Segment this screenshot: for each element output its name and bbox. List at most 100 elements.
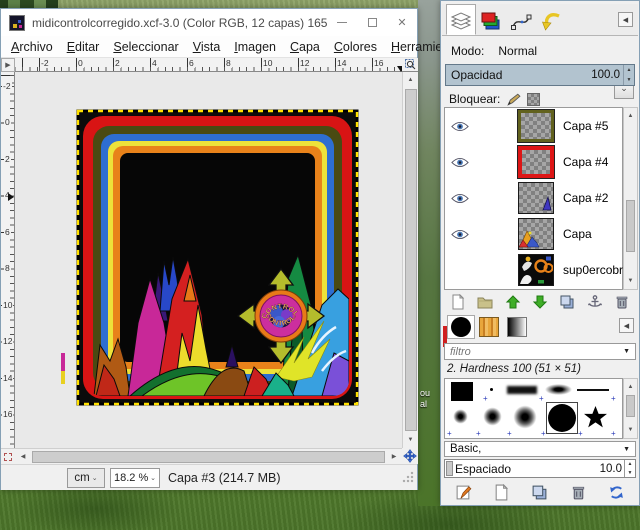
- layers-scroll-thumb[interactable]: [626, 200, 635, 252]
- new-brush-button[interactable]: [493, 484, 510, 501]
- layer-row-capa5[interactable]: Capa #5: [445, 108, 622, 144]
- layer-name[interactable]: sup0ercobra: [563, 263, 630, 277]
- vertical-scroll-thumb[interactable]: [405, 89, 417, 431]
- visibility-toggle[interactable]: [445, 229, 475, 240]
- zoom-selector[interactable]: 18.2 % ⌄: [110, 468, 160, 488]
- window-resize-grip[interactable]: [402, 471, 414, 483]
- menu-capa[interactable]: Capa: [283, 38, 327, 56]
- visibility-toggle[interactable]: [445, 121, 475, 132]
- scroll-up-button[interactable]: ▲: [624, 108, 637, 124]
- brush-soft-large[interactable]: [513, 405, 537, 429]
- duplicate-layer-button[interactable]: [559, 294, 575, 310]
- delete-brush-button[interactable]: [570, 484, 587, 501]
- tab-layers[interactable]: [446, 4, 476, 35]
- refresh-brushes-button[interactable]: [608, 484, 625, 501]
- tab-gradients[interactable]: [503, 315, 531, 339]
- layer-thumbnail[interactable]: [518, 110, 554, 142]
- new-group-button[interactable]: [477, 294, 493, 310]
- anchor-layer-button[interactable]: [587, 294, 603, 310]
- brush-soft-small[interactable]: [453, 409, 468, 424]
- navigation-preview-button[interactable]: [402, 448, 418, 464]
- spin-down-icon[interactable]: ▼: [624, 75, 634, 85]
- opacity-slider[interactable]: Opacidad 100.0 ▲ ▼: [445, 64, 635, 86]
- edit-brush-button[interactable]: [455, 484, 472, 501]
- menu-editar[interactable]: Editar: [60, 38, 107, 56]
- canvas-viewport[interactable]: CONTROL CONTROL: [15, 72, 402, 448]
- layer-name[interactable]: Capa #2: [563, 191, 608, 205]
- visibility-toggle[interactable]: [445, 193, 475, 204]
- close-button[interactable]: ✕: [387, 9, 417, 36]
- layer-row-capa2[interactable]: Capa #2: [445, 180, 622, 216]
- layers-scrollbar[interactable]: ▲ ▼: [623, 107, 638, 290]
- brush-tiny-dot[interactable]: [490, 388, 493, 391]
- horizontal-scroll-thumb[interactable]: [32, 451, 385, 463]
- duplicate-brush-button[interactable]: [531, 484, 548, 501]
- layer-row-capa[interactable]: Capa: [445, 216, 622, 252]
- layer-name[interactable]: Capa: [563, 227, 592, 241]
- brush-filter-input[interactable]: filtro ▼: [444, 343, 636, 360]
- menu-colores[interactable]: Colores: [327, 38, 384, 56]
- maximize-button[interactable]: [357, 9, 387, 36]
- titlebar[interactable]: midicontrolcorregido.xcf-3.0 (Color RGB,…: [1, 9, 417, 36]
- brush-square[interactable]: [451, 382, 473, 401]
- lock-paint-icon[interactable]: [506, 92, 521, 107]
- lock-alpha-icon[interactable]: [527, 93, 540, 106]
- tab-menu-button[interactable]: ◀: [618, 12, 633, 27]
- tab-paths[interactable]: [506, 7, 536, 35]
- minimize-button[interactable]: [327, 9, 357, 36]
- brush-ellipse[interactable]: [545, 384, 572, 395]
- menu-archivo[interactable]: Archivo: [4, 38, 60, 56]
- scroll-up-button[interactable]: ▲: [403, 72, 418, 88]
- scroll-down-button[interactable]: ▼: [624, 273, 637, 289]
- layer-thumbnail[interactable]: [518, 146, 554, 178]
- spacing-slider[interactable]: Espaciado 10.0 ▲ ▼: [444, 459, 636, 478]
- opacity-spinner[interactable]: ▲ ▼: [623, 65, 634, 85]
- horizontal-ruler[interactable]: -2 0 2 4 6 8 10 12 14 16: [15, 58, 402, 72]
- brush-hardness100[interactable]: [548, 404, 576, 432]
- brush-scroll-thumb[interactable]: [626, 395, 635, 417]
- spacing-spinner[interactable]: ▲ ▼: [624, 460, 635, 477]
- layer-row-supercobra[interactable]: sup0ercobra: [445, 252, 622, 288]
- brush-group-dropdown[interactable]: Basic, ▼: [444, 441, 636, 457]
- menu-seleccionar[interactable]: Seleccionar: [106, 38, 185, 56]
- brush-scrollbar[interactable]: ▲ ▼: [623, 378, 638, 439]
- layer-thumbnail[interactable]: [518, 182, 554, 214]
- raise-layer-button[interactable]: [505, 294, 521, 310]
- brush-smudge[interactable]: [507, 386, 537, 394]
- scroll-up-button[interactable]: ▲: [624, 379, 637, 395]
- spin-up-icon[interactable]: ▲: [625, 460, 635, 469]
- brush-soft-medium[interactable]: [483, 407, 502, 426]
- scroll-left-button[interactable]: ◀: [15, 449, 31, 465]
- tab-undo-history[interactable]: [536, 7, 566, 35]
- scroll-right-button[interactable]: ▶: [386, 449, 402, 465]
- new-layer-button[interactable]: [450, 294, 466, 310]
- menu-vista[interactable]: Vista: [186, 38, 228, 56]
- layer-row-capa4[interactable]: Capa #4: [445, 144, 622, 180]
- layer-thumbnail[interactable]: [518, 254, 554, 286]
- scroll-down-button[interactable]: ▼: [624, 422, 637, 438]
- horizontal-scrollbar[interactable]: ◀ ▶: [15, 448, 402, 464]
- vertical-scrollbar[interactable]: ▲ ▼: [402, 72, 418, 448]
- tab-channels[interactable]: [476, 7, 506, 35]
- spin-down-icon[interactable]: ▼: [625, 469, 635, 478]
- zoom-follow-window-toggle[interactable]: [402, 58, 418, 72]
- layer-thumbnail[interactable]: [518, 218, 554, 250]
- unit-selector[interactable]: cm ⌄: [67, 468, 105, 488]
- ruler-corner-button[interactable]: ▶: [1, 58, 15, 72]
- brush-tab-menu-button[interactable]: ◀: [619, 318, 634, 333]
- scroll-down-button[interactable]: ▼: [403, 432, 418, 448]
- tab-patterns[interactable]: [475, 315, 503, 339]
- brush-line[interactable]: [577, 389, 609, 391]
- brush-star[interactable]: [583, 405, 608, 430]
- canvas-artwork[interactable]: CONTROL CONTROL: [76, 109, 359, 406]
- dropdown-icon[interactable]: ▼: [623, 348, 630, 355]
- quick-mask-toggle[interactable]: [1, 448, 15, 464]
- spin-up-icon[interactable]: ▲: [624, 65, 634, 75]
- delete-layer-button[interactable]: [614, 294, 630, 310]
- visibility-toggle[interactable]: [445, 157, 475, 168]
- layer-name[interactable]: Capa #4: [563, 155, 608, 169]
- lower-layer-button[interactable]: [532, 294, 548, 310]
- layer-name[interactable]: Capa #5: [563, 119, 608, 133]
- tab-brushes[interactable]: [447, 315, 475, 339]
- vertical-ruler[interactable]: -2 0 2 4 6 8 10 12 14 16: [1, 72, 15, 448]
